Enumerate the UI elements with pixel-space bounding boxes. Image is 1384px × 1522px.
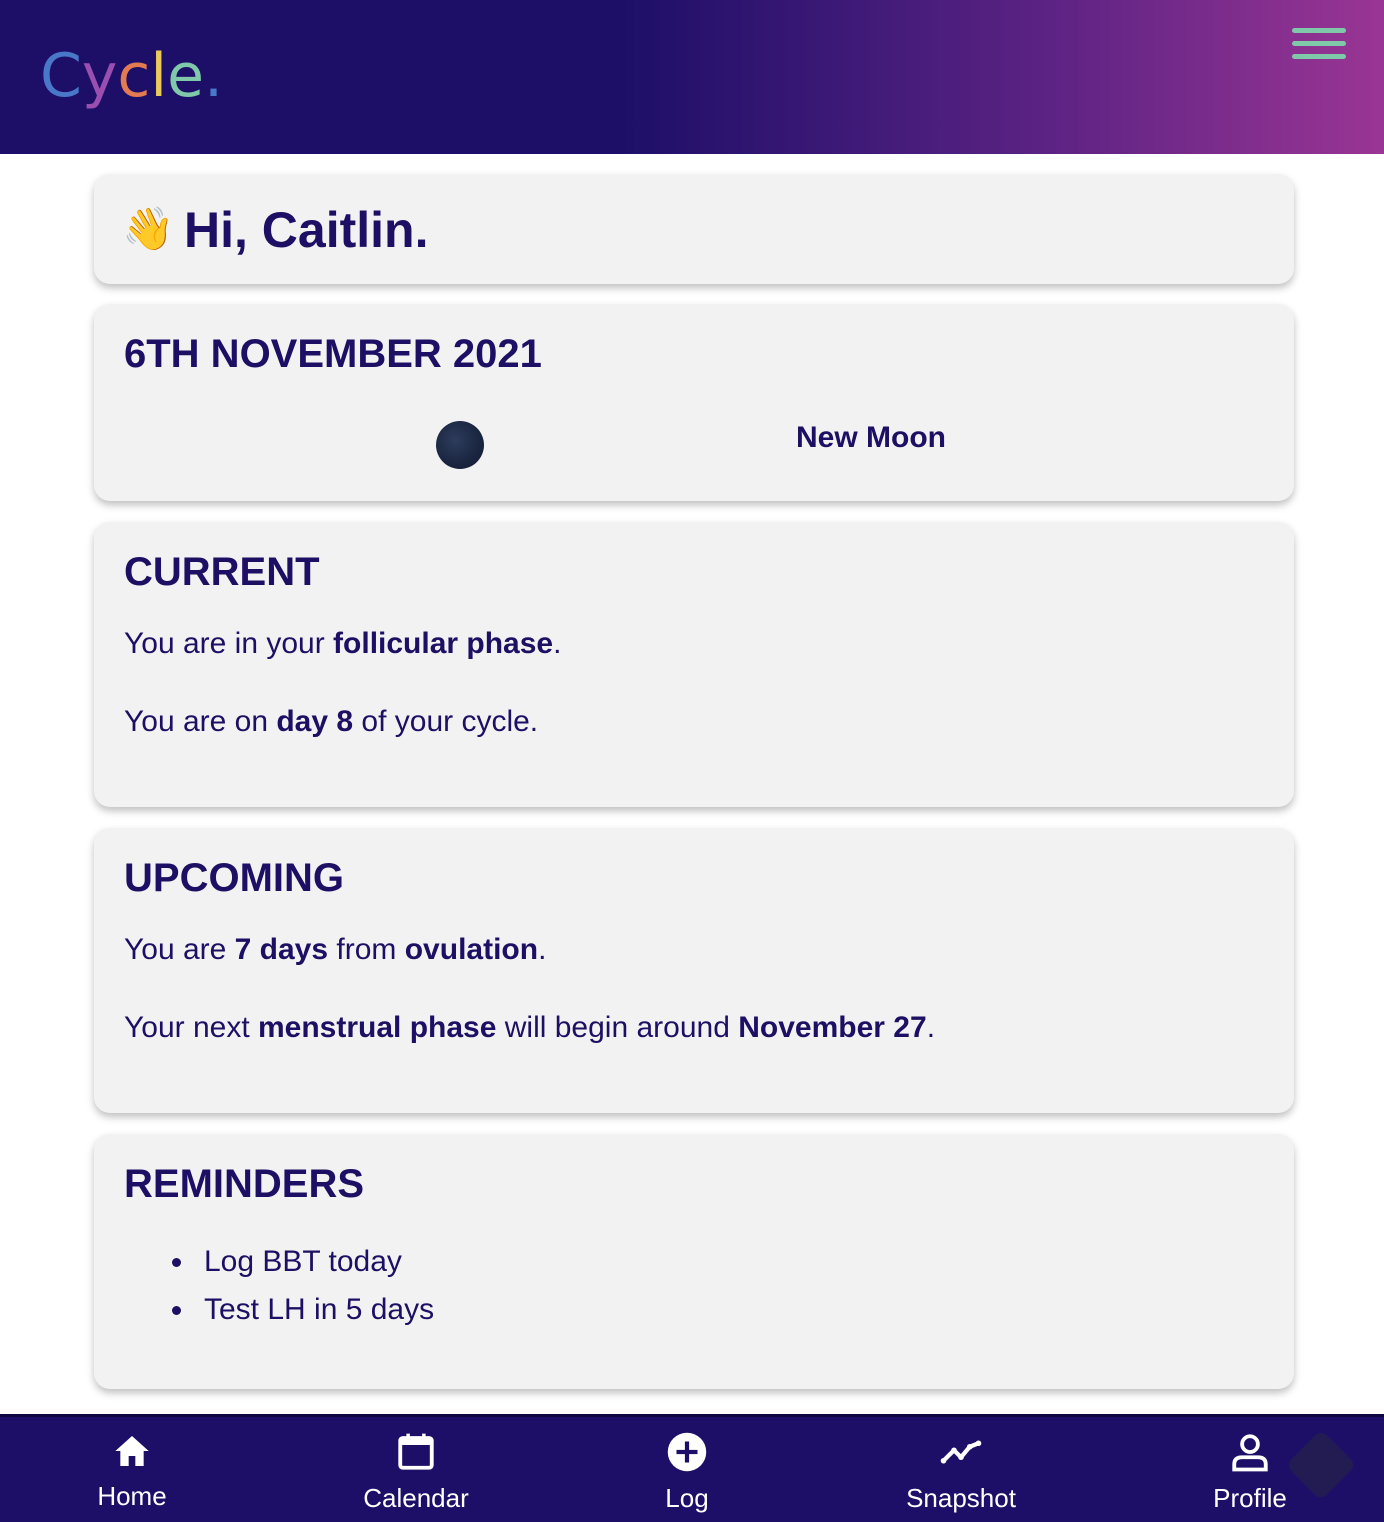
nav-label: Snapshot [906,1483,1016,1513]
trend-line-icon [940,1440,982,1464]
nav-item-home[interactable]: Home [72,1431,192,1521]
logo-letter: e [167,41,205,111]
logo-letter: y [81,41,118,111]
current-phase-text: You are in your follicular phase. [124,627,562,660]
greeting-card: 👋 Hi, Caitlin. [94,174,1294,284]
nav-label: Log [665,1483,709,1513]
plus-circle-icon [667,1432,707,1472]
nav-label: Profile [1213,1483,1287,1513]
list-item: Test LH in 5 days [172,1286,434,1334]
nav-label: Calendar [363,1483,469,1513]
reminders-title: REMINDERS [124,1162,365,1206]
hamburger-icon[interactable] [1292,28,1346,60]
person-icon [1232,1434,1268,1472]
moon-phase-label: New Moon [796,421,946,454]
logo-letter: . [204,41,224,111]
greeting-text: Hi, Caitlin. [184,202,429,258]
nav-label: Home [97,1481,167,1511]
date-card: 6TH NOVEMBER 2021 New Moon [94,304,1294,501]
logo-letter: l [150,41,168,111]
current-day-text: You are on day 8 of your cycle. [124,705,539,738]
calendar-icon [398,1433,434,1470]
app-logo[interactable]: Cycle. [40,38,223,114]
menstrual-text: Your next menstrual phase will begin aro… [124,1011,936,1044]
logo-letter: c [117,41,151,111]
new-moon-icon [436,421,484,469]
list-item: Log BBT today [172,1238,434,1286]
nav-item-log[interactable]: Log [637,1431,737,1521]
logo-letter: C [40,41,82,111]
nav-item-calendar[interactable]: Calendar [346,1431,486,1521]
ovulation-text: You are 7 days from ovulation. [124,933,547,966]
current-card: CURRENT You are in your follicular phase… [94,522,1294,807]
nav-item-profile[interactable]: Profile [1190,1431,1310,1521]
upcoming-title: UPCOMING [124,856,344,900]
reminders-list: Log BBT today Test LH in 5 days [172,1238,434,1334]
waving-hand-icon: 👋 [122,204,175,253]
current-title: CURRENT [124,550,320,594]
date-title: 6TH NOVEMBER 2021 [124,332,542,376]
bottom-nav: Home Calendar Log Snapshot Profile [0,1414,1384,1522]
app-header: Cycle. [0,0,1384,154]
reminders-card: REMINDERS Log BBT today Test LH in 5 day… [94,1134,1294,1389]
upcoming-card: UPCOMING You are 7 days from ovulation. … [94,828,1294,1113]
home-icon [115,1436,149,1466]
nav-item-snapshot[interactable]: Snapshot [891,1431,1031,1521]
